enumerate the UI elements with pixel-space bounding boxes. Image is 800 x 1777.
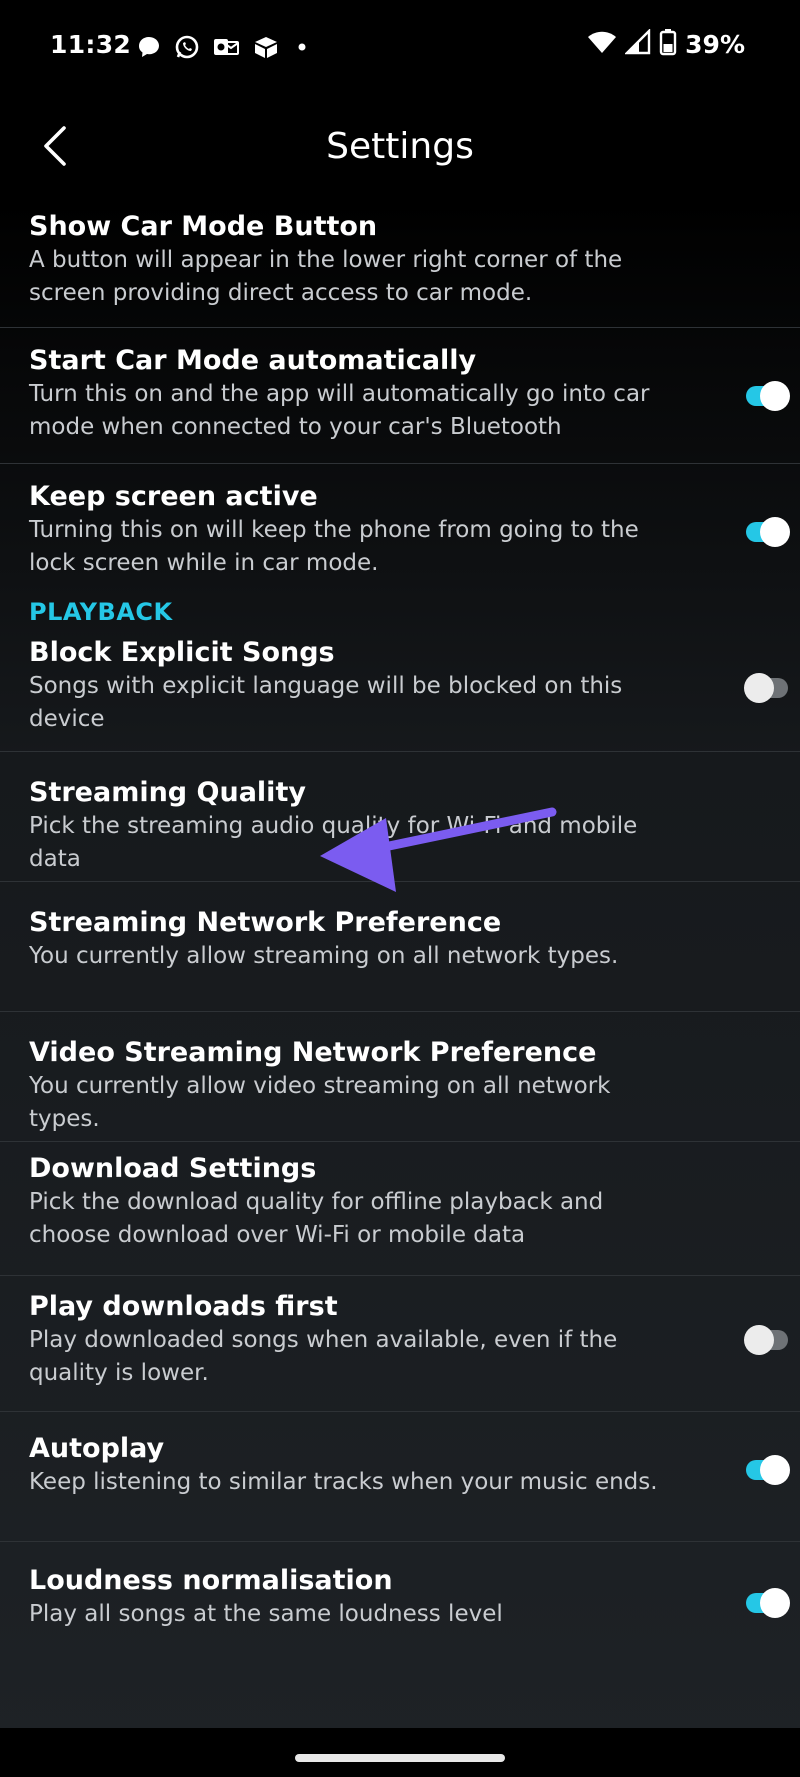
chat-bubble-icon [136,34,162,60]
setting-title: Show Car Mode Button [29,211,378,242]
setting-video-streaming-network-preference[interactable]: Video Streaming Network Preference You c… [0,1012,800,1142]
navigation-bar [0,1728,800,1777]
status-bar: 11:32 39% [0,0,800,96]
home-indicator[interactable] [295,1754,505,1762]
setting-autoplay[interactable]: Autoplay Keep listening to similar track… [0,1412,800,1542]
setting-start-car-mode[interactable]: Start Car Mode automatically Turn this o… [0,328,800,464]
notification-icons [136,34,312,60]
setting-description: Keep listening to similar tracks when yo… [29,1469,658,1495]
signal-icon [624,28,651,59]
play-downloads-first-toggle[interactable] [744,1325,788,1355]
setting-title: Streaming Quality [29,777,306,808]
setting-description: Turning this on will keep the phone from… [29,517,639,576]
setting-block-explicit-songs[interactable]: Block Explicit Songs Songs with explicit… [0,634,800,752]
loudness-normalisation-toggle[interactable] [746,1588,790,1618]
setting-description: Turn this on and the app will automatica… [29,381,650,440]
setting-loudness-normalisation[interactable]: Loudness normalisation Play all songs at… [0,1542,800,1662]
setting-title: Block Explicit Songs [29,637,335,668]
outlook-icon [212,34,240,60]
status-time: 11:32 [50,30,132,59]
setting-description: Pick the streaming audio quality for Wi-… [29,813,638,872]
setting-title: Download Settings [29,1153,317,1184]
page-title: Settings [326,126,474,167]
setting-description: You currently allow streaming on all net… [29,943,619,969]
setting-description: A button will appear in the lower right … [29,247,623,306]
block-explicit-toggle[interactable] [744,673,788,703]
setting-description: Pick the download quality for offline pl… [29,1189,604,1248]
section-header-playback: PLAYBACK [29,598,173,626]
battery-icon [659,28,677,60]
setting-description: Play downloaded songs when available, ev… [29,1327,618,1386]
system-status: 39% [587,28,745,60]
dot-icon [292,34,312,60]
app-header: Settings [0,96,800,204]
setting-play-downloads-first[interactable]: Play downloads first Play downloaded son… [0,1276,800,1412]
setting-title: Autoplay [29,1433,165,1464]
setting-title: Video Streaming Network Preference [29,1037,597,1068]
wifi-icon [587,29,617,59]
battery-percent: 39% [685,29,745,59]
box-icon [252,34,280,60]
whatsapp-icon [174,34,200,60]
settings-list[interactable]: Show Car Mode Button A button will appea… [0,204,800,1662]
keep-screen-active-toggle[interactable] [746,517,790,547]
setting-streaming-network-preference[interactable]: Streaming Network Preference You current… [0,882,800,1012]
setting-title: Start Car Mode automatically [29,345,477,376]
setting-description: Play all songs at the same loudness leve… [29,1601,503,1627]
setting-description: Songs with explicit language will be blo… [29,673,623,732]
setting-streaming-quality[interactable]: Streaming Quality Pick the streaming aud… [0,752,800,882]
setting-description: You currently allow video streaming on a… [29,1073,611,1132]
start-car-mode-toggle[interactable] [746,381,790,411]
setting-title: Loudness normalisation [29,1565,393,1596]
autoplay-toggle[interactable] [746,1455,790,1485]
screen: 11:32 39% Settings Show Car Mode Button … [0,0,800,1777]
setting-title: Keep screen active [29,481,318,512]
setting-title: Streaming Network Preference [29,907,502,938]
setting-keep-screen-active[interactable]: Keep screen active Turning this on will … [0,464,800,594]
setting-download-settings[interactable]: Download Settings Pick the download qual… [0,1142,800,1276]
setting-show-car-mode-button[interactable]: Show Car Mode Button A button will appea… [0,204,800,328]
setting-title: Play downloads first [29,1291,338,1322]
